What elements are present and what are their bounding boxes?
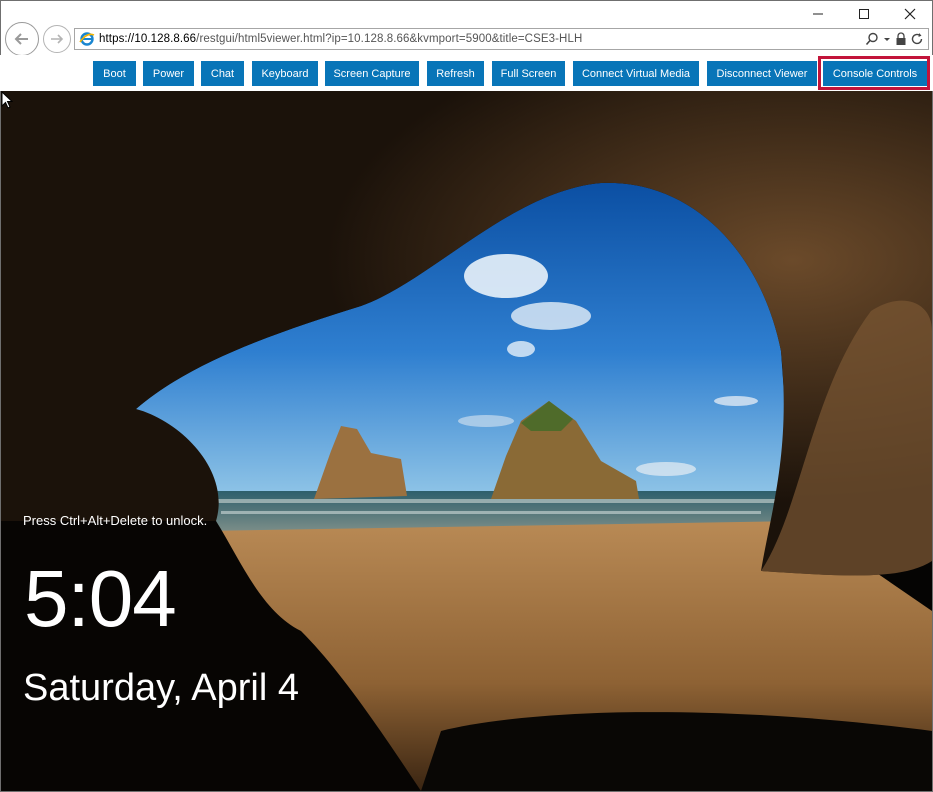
refresh-button[interactable]: Refresh: [427, 61, 484, 86]
window-controls: [795, 0, 933, 28]
mouse-cursor-icon: [1, 91, 14, 109]
forward-button[interactable]: [43, 25, 71, 53]
lockscreen-time: 5:04: [24, 554, 177, 643]
boot-button[interactable]: Boot: [93, 61, 136, 86]
disconnect-viewer-button[interactable]: Disconnect Viewer: [707, 61, 817, 86]
keyboard-button[interactable]: Keyboard: [252, 61, 318, 86]
full-screen-button[interactable]: Full Screen: [492, 61, 565, 86]
arrow-left-icon: [14, 33, 28, 45]
power-button[interactable]: Power: [143, 61, 194, 86]
url-host: https://10.128.8.66: [99, 33, 197, 45]
url-text: https://10.128.8.66/restgui/html5viewer.…: [99, 33, 582, 45]
chat-button[interactable]: Chat: [201, 61, 244, 86]
connect-virtual-media-button[interactable]: Connect Virtual Media: [573, 61, 699, 86]
chevron-down-icon[interactable]: [883, 32, 891, 46]
remote-console[interactable]: Press Ctrl+Alt+Delete to unlock. 5:04 Sa…: [1, 91, 932, 791]
maximize-icon[interactable]: [841, 0, 887, 28]
refresh-icon[interactable]: [911, 32, 924, 46]
back-button[interactable]: [5, 22, 39, 56]
screen-capture-button[interactable]: Screen Capture: [325, 61, 419, 86]
address-tools: [865, 31, 924, 47]
lockscreen-date: Saturday, April 4: [23, 667, 300, 709]
lock-icon[interactable]: [895, 32, 907, 46]
unlock-hint: Press Ctrl+Alt+Delete to unlock.: [23, 513, 208, 528]
arrow-right-icon: [51, 34, 64, 44]
search-icon[interactable]: [865, 32, 879, 46]
url-path: /restgui/html5viewer.html?ip=10.128.8.66…: [196, 33, 583, 45]
close-icon[interactable]: [887, 0, 933, 28]
console-controls-highlight: [818, 56, 930, 90]
kvm-toolbar: Boot Power Chat Keyboard Screen Capture …: [0, 55, 933, 91]
internet-explorer-icon: [79, 32, 95, 46]
minimize-icon[interactable]: [795, 0, 841, 28]
address-bar[interactable]: https://10.128.8.66/restgui/html5viewer.…: [74, 28, 929, 50]
